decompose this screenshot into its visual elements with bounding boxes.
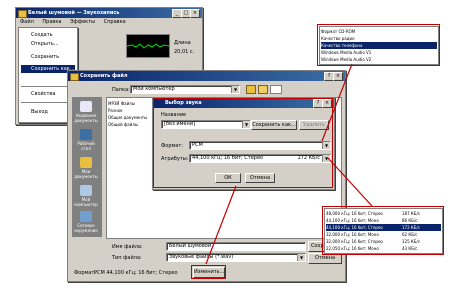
format-value: PCM 44,100 кГц; 16 бит; Стерео (94, 270, 178, 276)
format-popup-highlight (317, 24, 440, 66)
close-button[interactable]: × (190, 9, 200, 18)
folder-value: Мой компьютер (133, 86, 175, 92)
place-desktop[interactable]: Рабочий стол (72, 129, 100, 151)
places-bar: Недавние документы Рабочий стол Мои доку… (72, 97, 102, 237)
waveform-graph (126, 43, 170, 49)
waveform-display (126, 34, 170, 58)
new-folder-icon[interactable] (258, 85, 268, 94)
dialog-highlight (153, 98, 333, 188)
filename-value: Белый шумовой (169, 243, 212, 249)
menu-edit[interactable]: Правка (42, 19, 61, 25)
up-folder-icon[interactable] (246, 85, 256, 94)
place-recent-label: Недавние документы (74, 113, 98, 123)
place-recent[interactable]: Недавние документы (72, 101, 100, 123)
filetype-select[interactable]: Звуковые файлы (*.wav) ▼ (166, 253, 306, 262)
desktop-icon (80, 129, 92, 140)
filetype-value: Звуковые файлы (*.wav) (169, 254, 234, 260)
view-menu-icon[interactable] (270, 85, 282, 94)
place-computer-label: Мой компьютер (74, 197, 98, 207)
menu-bar: Файл Правка Эффекты Справка (16, 18, 202, 27)
chevron-down-icon: ▼ (231, 86, 239, 93)
app-icon (18, 10, 27, 18)
menu-item-open[interactable]: Открыть... (21, 40, 75, 48)
dialog-title-bar[interactable]: Сохранить файл (68, 71, 345, 81)
folder-icon (70, 73, 79, 81)
menu-effects[interactable]: Эффекты (70, 19, 95, 25)
change-button-highlight (191, 265, 226, 279)
menu-item-save[interactable]: Сохранить (21, 53, 75, 61)
menu-file[interactable]: Файл (20, 19, 34, 25)
menu-item-new[interactable]: Создать (21, 31, 75, 39)
format-label: Формат: (74, 270, 96, 276)
menu-help[interactable]: Справка (104, 19, 126, 25)
close-icon[interactable]: × (333, 72, 343, 81)
place-documents[interactable]: Мои документы (72, 157, 100, 179)
folder-label: Папка: (112, 87, 130, 93)
place-computer[interactable]: Мой компьютер (72, 185, 100, 207)
filename-label: Имя файла: (112, 244, 143, 250)
place-network-label: Сетевое окружение (74, 223, 98, 233)
window-title: Белый шумовой — Звукозапись (28, 10, 120, 16)
length-label: Длина (174, 40, 191, 46)
filetype-label: Тип файла: (112, 255, 142, 261)
my-documents-icon (80, 157, 92, 168)
length-value: 20,01 с. (174, 49, 195, 55)
place-network[interactable]: Сетевое окружение (72, 211, 100, 233)
my-computer-icon (80, 185, 92, 196)
network-icon (80, 211, 92, 222)
sound-selection-dialog: Выбор звука ? × Название [без имени] ▼ С… (152, 97, 335, 190)
chevron-down-icon: ▼ (297, 254, 305, 261)
attributes-popup-highlight (322, 206, 444, 255)
folder-select[interactable]: Мой компьютер ▼ (130, 85, 240, 94)
place-documents-label: Мои документы (74, 169, 98, 179)
recent-documents-icon (80, 101, 92, 112)
place-desktop-label: Рабочий стол (77, 141, 95, 151)
dialog-title: Сохранить файл (80, 73, 128, 79)
filename-input[interactable]: Белый шумовой (166, 242, 306, 251)
